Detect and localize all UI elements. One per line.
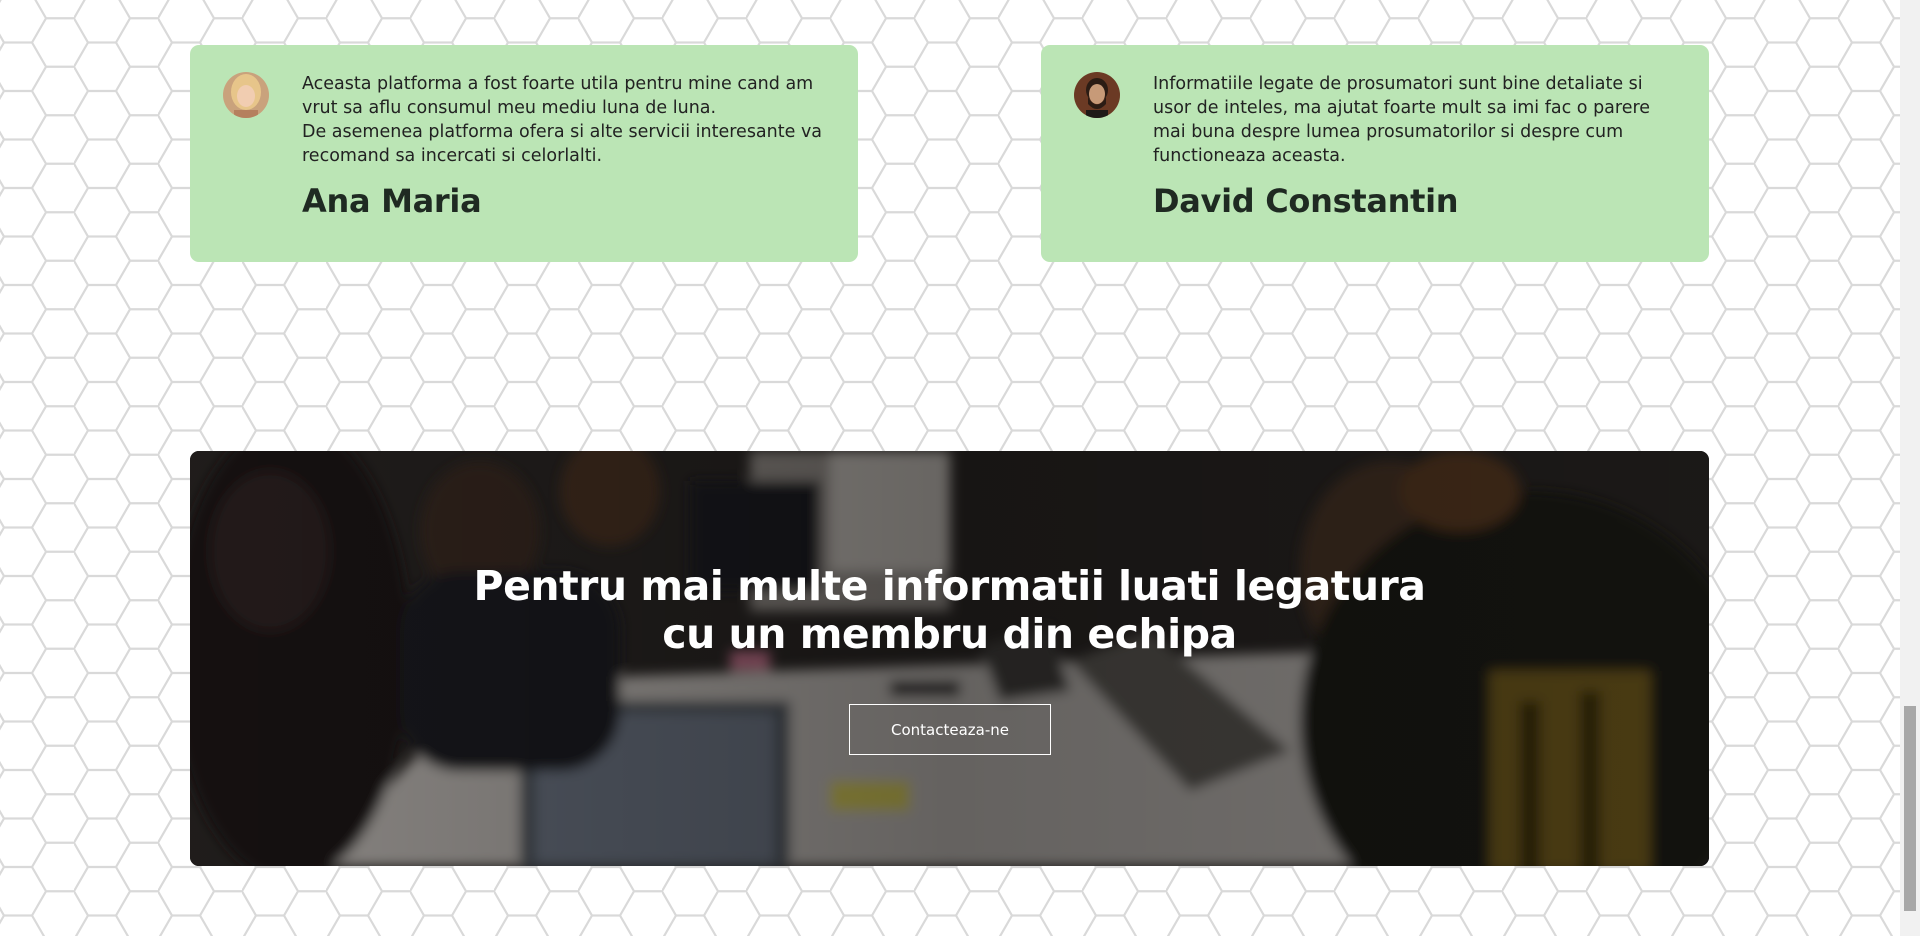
vertical-scrollbar[interactable] xyxy=(1900,0,1920,936)
avatar-woman-image xyxy=(223,72,269,118)
cta-title-line: cu un membru din echipa xyxy=(662,610,1237,658)
testimonial-quote: Aceasta platforma a fost foarte utila pe… xyxy=(302,72,832,168)
cta-title: Pentru mai multe informatii luati legatu… xyxy=(190,562,1709,658)
testimonial-author: Ana Maria xyxy=(302,182,482,220)
contact-us-button[interactable]: Contacteaza-ne xyxy=(849,704,1051,755)
team-meeting-background-image xyxy=(190,451,1709,866)
testimonial-card-ana-maria: Aceasta platforma a fost foarte utila pe… xyxy=(190,45,858,262)
scrollbar-thumb[interactable] xyxy=(1904,706,1916,911)
contact-cta-banner: Pentru mai multe informatii luati legatu… xyxy=(190,451,1709,866)
quote-line: usor de inteles, ma ajutat foarte mult s… xyxy=(1153,98,1651,118)
quote-line: Aceasta platforma a fost foarte utila pe… xyxy=(302,74,814,94)
quote-line: functioneaza aceasta. xyxy=(1153,146,1346,166)
quote-line: vrut sa aflu consumul meu mediu luna de … xyxy=(302,98,717,118)
quote-line: recomand sa incercati si celorlalti. xyxy=(302,146,603,166)
testimonial-author: David Constantin xyxy=(1153,182,1459,220)
cta-title-line: Pentru mai multe informatii luati legatu… xyxy=(473,562,1426,610)
testimonial-card-david-constantin: Informatiile legate de prosumatori sunt … xyxy=(1041,45,1709,262)
quote-line: mai buna despre lumea prosumatorilor si … xyxy=(1153,122,1624,142)
avatar-man-image xyxy=(1074,72,1120,118)
avatar-ana-maria xyxy=(223,72,269,118)
avatar-david-constantin xyxy=(1074,72,1120,118)
quote-line: De asemenea platforma ofera si alte serv… xyxy=(302,122,823,142)
quote-line: Informatiile legate de prosumatori sunt … xyxy=(1153,74,1643,94)
testimonial-quote: Informatiile legate de prosumatori sunt … xyxy=(1153,72,1683,168)
